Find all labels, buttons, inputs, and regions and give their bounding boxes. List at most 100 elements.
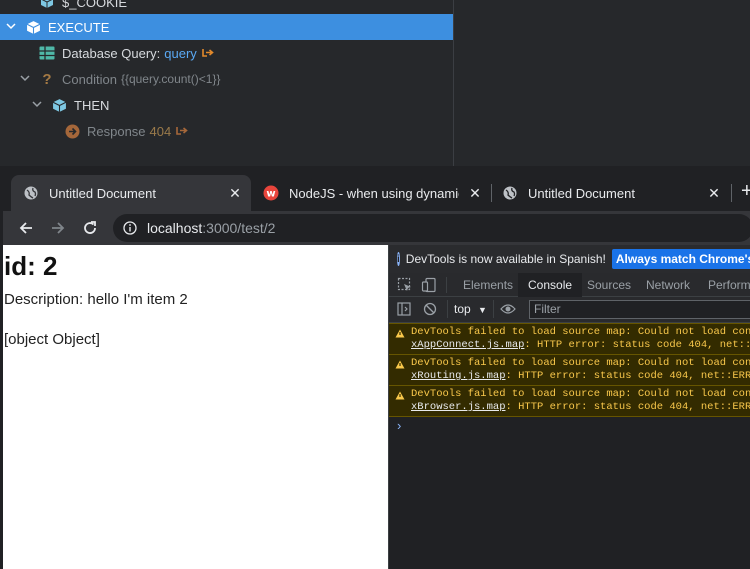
panel-divider [453,0,454,166]
tab-sources[interactable]: Sources [577,273,641,297]
source-map-link[interactable]: xAppConnect.js.map [411,339,524,351]
close-tab-icon[interactable]: ✕ [227,185,243,201]
warning-icon [395,391,405,405]
url-host: localhost [147,220,203,236]
forward-button[interactable] [45,215,71,241]
cube-icon [38,0,56,10]
tree-item-cookie[interactable]: $_COOKIE [0,0,453,15]
arrow-left-icon [19,222,32,234]
back-button[interactable] [13,215,39,241]
browser-tab-3[interactable]: Untitled Document ✕ [490,175,730,211]
tree-item-label: Database Query: [62,45,161,61]
language-notice: i DevTools is now available in Spanish! … [389,245,750,273]
console-warning: DevTools failed to load source map: Coul… [389,385,750,416]
tab-strip: Untitled Document ✕ w NodeJS - when usin… [3,166,750,211]
browser-tab-1[interactable]: Untitled Document ✕ [11,175,251,211]
console-output: DevTools failed to load source map: Coul… [389,323,750,434]
warning-detail: : HTTP error: status code 404, net::ERR_… [505,401,750,413]
console-warning: DevTools failed to load source map: Coul… [389,354,750,385]
page-heading: id: 2 [4,251,58,281]
arrow-out-icon [176,124,188,139]
close-tab-icon[interactable]: ✕ [467,185,483,201]
toolbar-divider [446,277,447,293]
info-icon: i [397,252,400,266]
console-warning: DevTools failed to load source map: Coul… [389,323,750,354]
context-value: top [454,302,471,316]
warning-detail: : HTTP error: status code 404, net::ERR_… [505,370,750,382]
toolbar-divider [493,300,494,318]
source-map-link[interactable]: xRouting.js.map [411,370,506,382]
tree-item-execute[interactable]: EXECUTE [0,14,453,40]
tree-item-database-query[interactable]: Database Query: query [0,40,453,66]
chevron-down-icon[interactable] [4,22,18,33]
tab-performance[interactable]: Performance [698,273,750,297]
device-toolbar-icon[interactable] [421,277,437,293]
globe-icon [23,185,39,201]
console-filter-input[interactable]: Filter [529,300,750,319]
warning-line: DevTools failed to load source map: Coul… [411,326,750,338]
tree-item-label: $_COOKIE [62,0,128,10]
tab-title: NodeJS - when using dynamic UI [289,185,459,201]
context-selector[interactable]: top ▼ [454,302,487,316]
warning-icon [395,329,405,343]
devtools-panel: i DevTools is now available in Spanish! … [388,245,750,569]
tree-panel: $_COOKIE EXECUTE Database Query: query ?… [0,0,750,166]
arrow-right-icon [52,222,65,234]
dropdown-arrow-icon: ▼ [478,305,487,315]
condition-expression: {{query.count()<1}} [120,72,221,86]
devtools-tabs: Elements Console Sources Network Perform… [389,273,750,297]
tree-item-label: Condition [62,71,117,87]
show-sidebar-icon[interactable] [397,302,411,319]
toolbar-divider [447,300,448,318]
chevron-down-icon[interactable] [18,74,32,85]
reload-icon [84,221,96,234]
svg-text:w: w [266,189,275,200]
eye-icon[interactable] [500,303,516,318]
warning-detail: : HTTP error: status code 404, net::ERR_… [524,339,750,351]
url-path: :3000/test/2 [202,220,276,236]
webflow-logo-icon: w [263,185,279,201]
source-map-link[interactable]: xBrowser.js.map [411,401,506,413]
inspect-element-icon[interactable] [397,277,413,293]
tree-item-label: Response [87,123,146,139]
browser-window: Untitled Document ✕ w NodeJS - when usin… [3,166,750,569]
description-text: Description: hello I'm item 2 [4,291,188,308]
tree-item-label: THEN [74,97,110,113]
response-code: 404 [149,123,172,139]
tab-title: Untitled Document [49,185,156,201]
warning-line: DevTools failed to load source map: Coul… [411,388,750,400]
new-tab-button[interactable]: + [741,181,750,202]
tree-item-label: EXECUTE [48,19,110,35]
tree-item-response[interactable]: Response 404 [0,118,453,144]
match-language-button[interactable]: Always match Chrome's language [611,249,750,269]
browser-tab-2[interactable]: w NodeJS - when using dynamic UI ✕ [251,175,491,211]
info-icon[interactable] [123,221,137,235]
query-value: query [164,45,197,61]
browser-toolbar: localhost:3000/test/2 [3,211,750,245]
close-tab-icon[interactable]: ✕ [706,185,722,201]
reload-button[interactable] [77,215,103,241]
arrow-circle-icon [63,123,81,139]
table-icon [38,45,56,61]
object-text: [object Object] [4,331,100,348]
tab-console[interactable]: Console [518,273,583,297]
notice-text: DevTools is now available in Spanish! [405,252,606,266]
tab-separator [731,184,732,202]
tree-item-then[interactable]: THEN [0,92,453,118]
globe-icon [502,185,518,201]
tab-title: Untitled Document [528,185,635,201]
cube-icon [50,97,68,113]
tab-elements[interactable]: Elements [453,273,523,297]
console-prompt[interactable]: › [389,416,750,434]
cube-icon [24,19,42,35]
address-bar[interactable]: localhost:3000/test/2 [113,214,750,242]
question-icon: ? [42,70,52,88]
clear-console-icon[interactable] [423,302,437,319]
tab-network[interactable]: Network [636,273,700,297]
chevron-down-icon[interactable] [30,100,44,111]
warning-line: DevTools failed to load source map: Coul… [411,357,750,369]
warning-icon [395,360,405,374]
arrow-out-icon [202,46,214,61]
console-toolbar: top ▼ Filter [389,297,750,323]
tree-item-condition[interactable]: ? Condition {{query.count()<1}} [0,66,453,92]
